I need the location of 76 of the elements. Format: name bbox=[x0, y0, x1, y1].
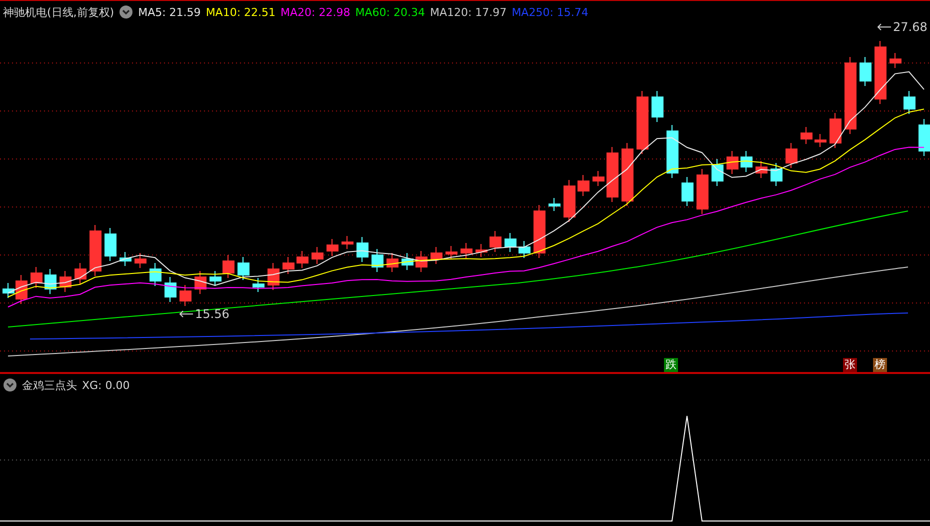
candlestick bbox=[194, 270, 206, 294]
candlestick bbox=[104, 228, 116, 262]
candlestick bbox=[800, 126, 812, 144]
candlestick bbox=[180, 284, 192, 306]
moving-average-value: MA10: 22.51 bbox=[206, 6, 276, 18]
moving-average-value: MA5: 21.59 bbox=[138, 6, 201, 18]
candlestick bbox=[814, 134, 826, 148]
candlestick bbox=[238, 256, 250, 280]
candlestick bbox=[606, 146, 618, 202]
candlestick bbox=[786, 142, 798, 168]
candlestick bbox=[518, 240, 530, 258]
candlestick bbox=[326, 238, 338, 256]
candlestick bbox=[268, 262, 280, 290]
candlestick bbox=[312, 246, 324, 264]
candlestick bbox=[134, 252, 146, 268]
stock-title: 神驰机电(日线,前复权) bbox=[3, 4, 114, 20]
price-label: 27.68 bbox=[893, 20, 928, 34]
candlestick bbox=[592, 170, 604, 186]
signal-badge: 榜 bbox=[873, 358, 887, 372]
candlestick bbox=[696, 168, 708, 214]
candlestick bbox=[652, 90, 664, 122]
candlestick bbox=[90, 224, 102, 276]
candlestick bbox=[296, 250, 308, 268]
candlestick bbox=[164, 276, 176, 302]
candlestick bbox=[726, 150, 738, 174]
signal-badge: 张 bbox=[843, 358, 857, 372]
candlestick bbox=[402, 252, 414, 270]
price-label: 15.56 bbox=[195, 307, 230, 321]
candlestick bbox=[282, 256, 294, 274]
candlestick bbox=[372, 248, 384, 272]
moving-average-value: MA60: 20.34 bbox=[355, 6, 425, 18]
candlestick bbox=[682, 176, 694, 206]
candlestick bbox=[342, 236, 354, 250]
candlestick bbox=[918, 118, 930, 156]
candlestick bbox=[756, 160, 768, 178]
candlestick bbox=[666, 124, 678, 178]
candlestick bbox=[874, 40, 886, 104]
indicator-title: 金鸡三点头 bbox=[22, 378, 77, 392]
dropdown-icon[interactable] bbox=[3, 378, 17, 392]
candlestick bbox=[534, 204, 546, 258]
candlestick bbox=[504, 232, 516, 252]
candlestick bbox=[356, 236, 368, 262]
moving-average-value: MA20: 22.98 bbox=[280, 6, 350, 18]
candlestick bbox=[430, 246, 442, 264]
candlestick bbox=[740, 150, 752, 172]
candlestick bbox=[60, 270, 72, 292]
candlestick bbox=[30, 266, 42, 288]
candlestick bbox=[44, 268, 56, 294]
candlestick bbox=[150, 262, 162, 286]
moving-average-value: MA120: 17.97 bbox=[430, 6, 507, 18]
candlestick bbox=[460, 242, 472, 258]
signal-badge: 跌 bbox=[664, 358, 678, 372]
candlestick bbox=[712, 158, 724, 186]
candlestick bbox=[490, 230, 502, 252]
candlestick bbox=[578, 174, 590, 196]
dropdown-icon[interactable] bbox=[119, 5, 134, 19]
indicator-value: XG: 0.00 bbox=[82, 378, 130, 392]
candlestick bbox=[770, 162, 782, 186]
moving-average-value: MA250: 15.74 bbox=[512, 6, 588, 18]
candlestick bbox=[830, 112, 842, 148]
leader-arrow bbox=[178, 309, 194, 319]
candlestick bbox=[252, 278, 264, 292]
candlestick bbox=[636, 90, 648, 154]
candlestick bbox=[416, 250, 428, 272]
candlestick bbox=[446, 246, 458, 260]
candlestick bbox=[386, 252, 398, 272]
candlestick bbox=[890, 52, 902, 68]
candlestick bbox=[860, 56, 872, 86]
candlestick bbox=[74, 262, 86, 284]
candlestick bbox=[564, 180, 576, 222]
candlestick bbox=[904, 90, 916, 114]
candlestick bbox=[120, 252, 132, 266]
leader-arrow bbox=[876, 22, 892, 32]
candlestick bbox=[476, 244, 488, 258]
candlestick bbox=[548, 198, 560, 212]
candlestick bbox=[622, 142, 634, 206]
